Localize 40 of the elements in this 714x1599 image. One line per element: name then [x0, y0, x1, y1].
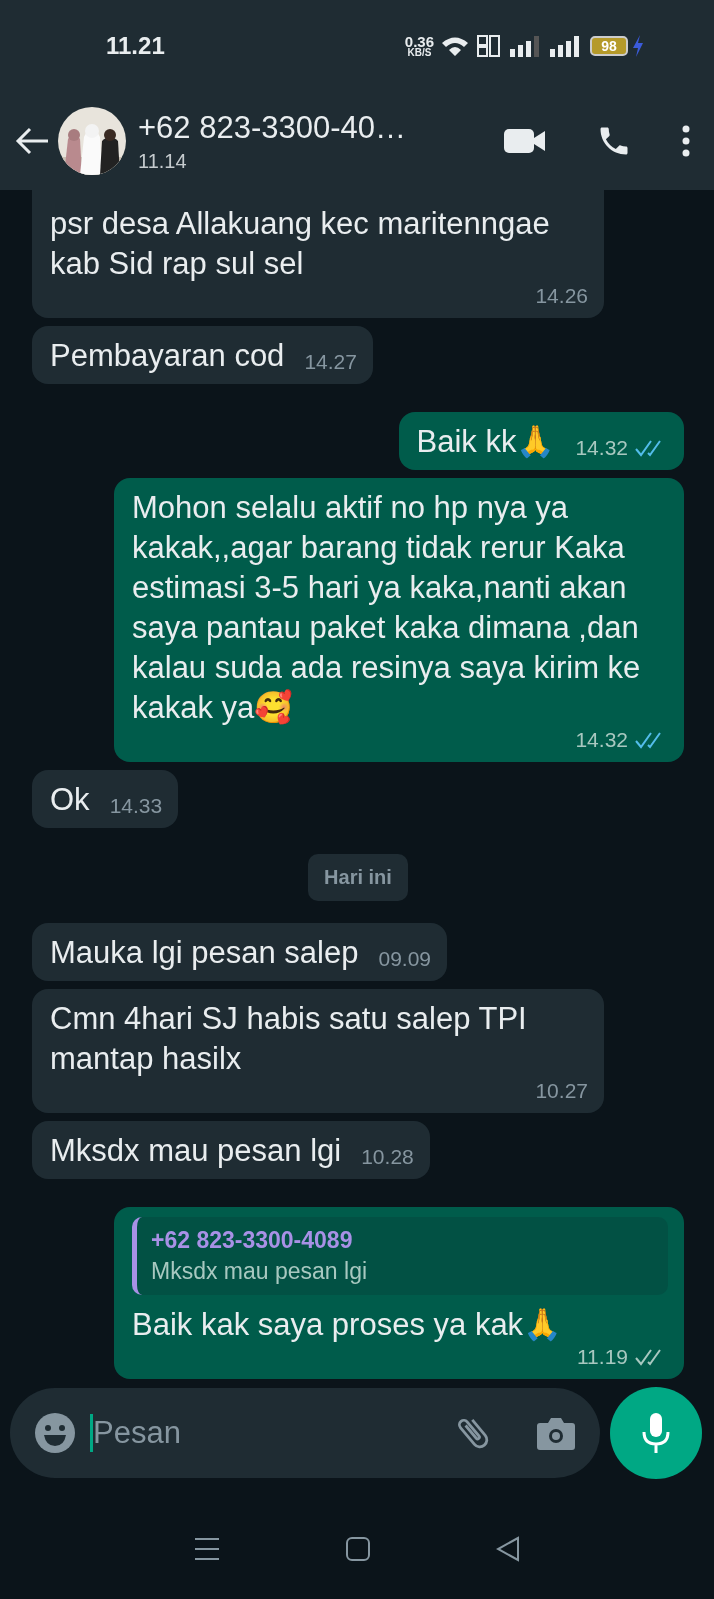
quote-author: +62 823-3300-4089 [151, 1227, 354, 1254]
video-call-button[interactable] [504, 127, 546, 155]
message-text: psr desa Allakuang kec maritenngae kab Sid rap sul sel [50, 205, 551, 283]
message-text: Baik kk🙏 [416, 423, 556, 461]
message-time: 14.33 [109, 794, 163, 818]
message-time: 10.27 [535, 1079, 588, 1103]
message-text: Baik kak saya proses ya kak🙏 [132, 1306, 563, 1344]
last-seen: 11.14 [138, 149, 188, 173]
camera-icon [536, 1415, 576, 1451]
signal-icon [550, 35, 582, 57]
clock: 11.21 [106, 32, 166, 60]
message-time: 14.26 [535, 284, 588, 308]
battery-level: 98 [590, 36, 628, 56]
wifi-icon [440, 35, 470, 57]
network-speed: 0.36 KB/S [404, 34, 434, 58]
menu-icon[interactable] [194, 1537, 220, 1561]
message-field[interactable]: Pesan [90, 1414, 438, 1452]
message-text: Mohon selalu aktif no hp nya ya kakak,,agar barang tidak rerur Kaka estimasi 3-5 hari ya kaka,nanti akan saya pantau paket kaka dimana ,dan kalau suda ada resinya saya kirim ke kakak ya🥰 [132, 489, 642, 727]
message-text: Cmn 4hari SJ habis satu salep TPI mantap hasilx [50, 1000, 528, 1078]
message-time: 09.09 [378, 947, 432, 971]
message-text: Mauka lgi pesan salep [50, 934, 359, 972]
message-time: 10.28 [361, 1145, 414, 1169]
date-label: Hari ini [308, 854, 408, 901]
message-time: 14.32 [575, 436, 628, 460]
message-time: 11.19 [577, 1345, 628, 1369]
microphone-icon [641, 1412, 671, 1454]
message-time: 14.27 [304, 350, 357, 374]
emoji-icon [34, 1412, 76, 1454]
message-text: Mksdx mau pesan lgi [50, 1132, 342, 1170]
signal-icon [510, 35, 542, 57]
back-button[interactable] [14, 126, 50, 156]
message-text: Ok [50, 781, 90, 819]
back-icon[interactable] [496, 1536, 520, 1562]
quote-text: Mksdx mau pesan lgi [151, 1258, 369, 1285]
contact-name: +62 823-3300-40… [138, 109, 407, 146]
message-bar[interactable]: Pesan [10, 1388, 600, 1478]
menu-button[interactable] [682, 125, 690, 157]
message-time: 14.32 [575, 728, 628, 752]
home-icon[interactable] [346, 1537, 370, 1561]
message-text: Pembayaran cod [50, 337, 285, 375]
